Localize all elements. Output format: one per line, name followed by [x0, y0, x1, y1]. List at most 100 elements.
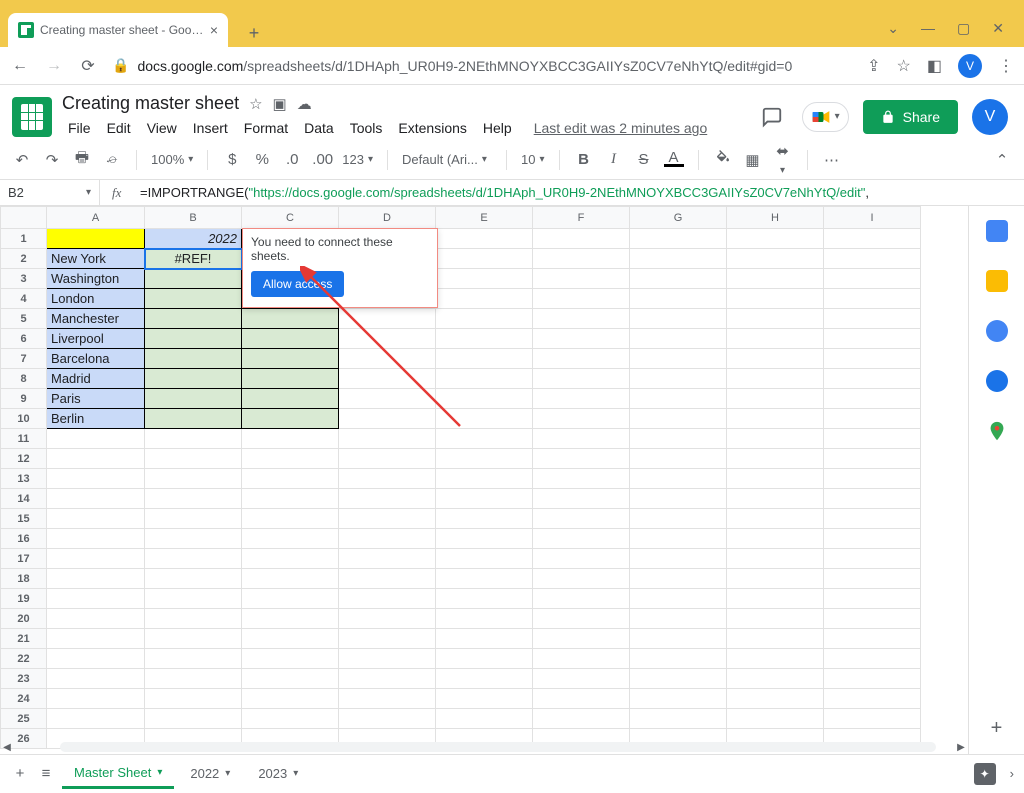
cell[interactable] — [436, 469, 533, 489]
cell[interactable] — [533, 509, 630, 529]
cell[interactable] — [242, 609, 339, 629]
cell[interactable] — [630, 389, 727, 409]
cell[interactable] — [630, 329, 727, 349]
cell[interactable]: Barcelona — [47, 349, 145, 369]
menu-edit[interactable]: Edit — [101, 116, 137, 140]
cell[interactable] — [824, 269, 921, 289]
column-header[interactable]: B — [145, 207, 242, 229]
cell[interactable] — [145, 269, 242, 289]
cell[interactable] — [436, 349, 533, 369]
zoom-dropdown[interactable]: 100% — [151, 152, 193, 167]
cell[interactable] — [533, 289, 630, 309]
explore-icon[interactable]: ✦ — [974, 763, 996, 785]
cell[interactable] — [630, 649, 727, 669]
cell[interactable] — [533, 629, 630, 649]
row-header[interactable]: 22 — [1, 649, 47, 669]
add-sheet-icon[interactable]: + — [10, 765, 30, 782]
row-header[interactable]: 19 — [1, 589, 47, 609]
cell[interactable] — [824, 249, 921, 269]
cell[interactable] — [630, 629, 727, 649]
cell[interactable] — [145, 589, 242, 609]
cell[interactable] — [630, 549, 727, 569]
cell[interactable]: London — [47, 289, 145, 309]
cell[interactable] — [824, 489, 921, 509]
menu-file[interactable]: File — [62, 116, 97, 140]
cell[interactable] — [436, 449, 533, 469]
cell[interactable] — [533, 349, 630, 369]
cell[interactable] — [47, 509, 145, 529]
menu-view[interactable]: View — [141, 116, 183, 140]
cell[interactable] — [630, 429, 727, 449]
column-header[interactable]: A — [47, 207, 145, 229]
row-header[interactable]: 4 — [1, 289, 47, 309]
number-format-dropdown[interactable]: 123 — [342, 152, 373, 167]
cell[interactable] — [436, 669, 533, 689]
maps-icon[interactable] — [986, 420, 1008, 442]
cell[interactable] — [339, 689, 436, 709]
row-header[interactable]: 15 — [1, 509, 47, 529]
cell[interactable] — [339, 669, 436, 689]
cell[interactable] — [339, 609, 436, 629]
cell[interactable] — [824, 229, 921, 249]
cell[interactable] — [727, 369, 824, 389]
star-icon[interactable]: ☆ — [249, 95, 262, 113]
cell[interactable] — [436, 549, 533, 569]
bookmark-icon[interactable]: ☆ — [897, 56, 911, 76]
cell[interactable] — [727, 569, 824, 589]
cell[interactable] — [630, 249, 727, 269]
cell[interactable] — [824, 349, 921, 369]
cell[interactable] — [242, 509, 339, 529]
share-button[interactable]: Share — [863, 100, 958, 134]
paint-format-icon[interactable]: ⌮ — [102, 151, 122, 168]
cell[interactable] — [824, 389, 921, 409]
cell[interactable]: Washington — [47, 269, 145, 289]
cell[interactable] — [242, 369, 339, 389]
cell[interactable] — [630, 309, 727, 329]
meet-button[interactable]: ▾ — [802, 102, 849, 132]
cell[interactable] — [533, 309, 630, 329]
cell[interactable] — [47, 649, 145, 669]
cell[interactable] — [242, 569, 339, 589]
cell[interactable] — [533, 369, 630, 389]
increase-decimal-icon[interactable]: .00 — [312, 151, 332, 168]
cell[interactable] — [242, 389, 339, 409]
cell[interactable] — [145, 429, 242, 449]
row-header[interactable]: 5 — [1, 309, 47, 329]
row-header[interactable]: 10 — [1, 409, 47, 429]
cell[interactable] — [824, 669, 921, 689]
cell[interactable] — [630, 529, 727, 549]
cell[interactable] — [145, 689, 242, 709]
cell[interactable] — [533, 669, 630, 689]
cell[interactable] — [242, 649, 339, 669]
font-size-dropdown[interactable]: 10 — [521, 152, 545, 167]
cell[interactable] — [47, 589, 145, 609]
cell[interactable] — [824, 529, 921, 549]
cell[interactable] — [436, 289, 533, 309]
cell[interactable] — [436, 589, 533, 609]
cell[interactable] — [436, 529, 533, 549]
undo-icon[interactable]: ↶ — [12, 151, 32, 169]
cell[interactable] — [533, 429, 630, 449]
cell[interactable] — [824, 449, 921, 469]
cell[interactable] — [824, 629, 921, 649]
percent-icon[interactable]: % — [252, 151, 272, 168]
cell[interactable] — [436, 649, 533, 669]
cell[interactable] — [436, 709, 533, 729]
cell[interactable] — [339, 349, 436, 369]
url-field[interactable]: 🔒 docs.google.com/spreadsheets/d/1DHAph_… — [112, 57, 853, 74]
cell[interactable] — [630, 269, 727, 289]
cell[interactable] — [824, 309, 921, 329]
more-toolbar-icon[interactable]: ⋯ — [822, 151, 842, 169]
contacts-icon[interactable] — [986, 370, 1008, 392]
cell[interactable] — [242, 709, 339, 729]
cell[interactable] — [630, 609, 727, 629]
cell[interactable] — [436, 569, 533, 589]
cell[interactable] — [242, 449, 339, 469]
cell[interactable] — [533, 689, 630, 709]
cell[interactable] — [145, 469, 242, 489]
formula-input[interactable]: =IMPORTRANGE("https://docs.google.com/sp… — [140, 185, 869, 201]
menu-help[interactable]: Help — [477, 116, 518, 140]
row-header[interactable]: 8 — [1, 369, 47, 389]
cell[interactable] — [533, 709, 630, 729]
browser-tab[interactable]: Creating master sheet - Google S × — [8, 13, 228, 47]
